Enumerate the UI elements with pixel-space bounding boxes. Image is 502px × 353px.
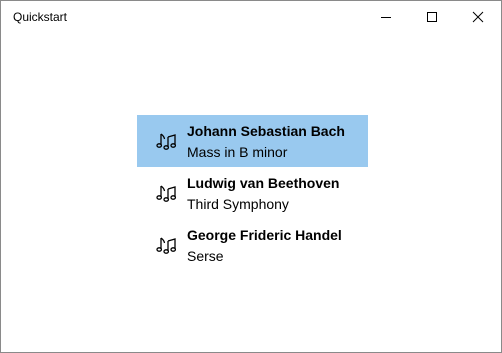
composer-name: George Frideric Handel <box>187 227 342 243</box>
list-item[interactable]: George Frideric Handel Serse <box>137 219 368 271</box>
work-title: Serse <box>187 248 224 264</box>
music-note-icon <box>156 185 177 202</box>
list-item[interactable]: Johann Sebastian Bach Mass in B minor <box>137 115 368 167</box>
maximize-button[interactable] <box>409 1 455 32</box>
window-title: Quickstart <box>13 10 68 24</box>
minimize-icon <box>381 16 391 18</box>
composer-name: Ludwig van Beethoven <box>187 175 340 191</box>
list-item[interactable]: Ludwig van Beethoven Third Symphony <box>137 167 368 219</box>
close-button[interactable] <box>455 1 501 32</box>
app-window: Quickstart Johann Sebastian Bach Mass in… <box>0 0 502 353</box>
composer-name: Johann Sebastian Bach <box>187 123 345 139</box>
music-note-icon <box>156 133 177 150</box>
close-icon <box>472 11 484 22</box>
work-title: Third Symphony <box>187 196 289 212</box>
title-bar[interactable]: Quickstart <box>1 1 501 32</box>
work-title: Mass in B minor <box>187 144 288 160</box>
composer-list: Johann Sebastian Bach Mass in B minor Lu… <box>137 115 368 271</box>
music-note-icon <box>156 237 177 254</box>
maximize-icon <box>427 11 437 22</box>
minimize-button[interactable] <box>363 1 409 32</box>
